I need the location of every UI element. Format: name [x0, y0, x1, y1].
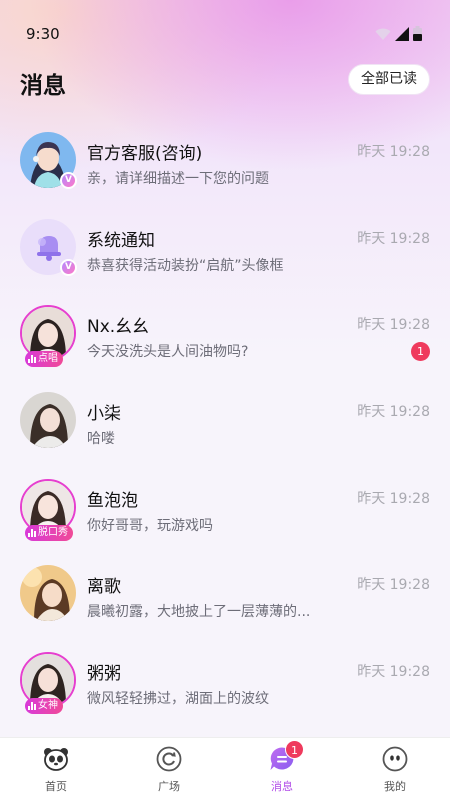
conversation-item[interactable]: 脱口秀 鱼泡泡 昨天 19:28 你好哥哥，玩游戏吗: [0, 465, 450, 552]
audio-bars-icon: [28, 355, 36, 364]
conversation-name: Nx.幺幺: [87, 317, 150, 338]
tag-label: 女神: [38, 700, 58, 712]
square-refresh-icon: [156, 746, 182, 772]
conversation-list: V 官方客服(咨询) 昨天 19:28 亲，请详细描述一下您的问题 V 系统通知…: [0, 118, 450, 725]
conversation-item-customer-service[interactable]: V 官方客服(咨询) 昨天 19:28 亲，请详细描述一下您的问题: [0, 118, 450, 205]
tab-label: 广场: [158, 780, 180, 793]
room-tag: 女神: [25, 698, 63, 715]
conversation-name: 系统通知: [87, 230, 155, 251]
signal-icon: [395, 27, 409, 41]
bottom-tab-bar: 首页 广场 1 消息 我的: [0, 737, 450, 800]
tab-label: 我的: [384, 780, 406, 793]
mark-all-read-button[interactable]: 全部已读: [348, 64, 430, 95]
page-header: 消息 全部已读: [0, 58, 450, 108]
conversation-preview: 晨曦初露，大地披上了一层薄薄的...: [87, 604, 311, 621]
conversation-name: 官方客服(咨询): [87, 144, 203, 164]
user-photo-icon: [20, 392, 76, 449]
audio-bars-icon: [28, 702, 36, 711]
status-icons: [375, 26, 422, 41]
tab-messages[interactable]: 1 消息: [242, 740, 322, 794]
conversation-name: 小柒: [87, 404, 121, 425]
conversation-time: 昨天 19:28: [357, 317, 430, 334]
verified-badge: V: [60, 258, 77, 276]
tab-profile[interactable]: 我的: [355, 746, 435, 794]
avatar[interactable]: 女神: [20, 652, 76, 715]
avatar[interactable]: [20, 392, 76, 449]
room-tag: 点唱: [25, 351, 63, 368]
tab-plaza[interactable]: 广场: [129, 746, 209, 794]
battery-icon: [413, 26, 422, 41]
chat-bubble-icon: 1: [269, 740, 304, 772]
conversation-name: 鱼泡泡: [87, 490, 138, 511]
conversation-item[interactable]: 离歌 昨天 19:28 晨曦初露，大地披上了一层薄薄的...: [0, 551, 450, 638]
profile-face-icon: [382, 746, 408, 772]
avatar[interactable]: V: [20, 132, 77, 189]
conversation-item-system-notice[interactable]: V 系统通知 昨天 19:28 恭喜获得活动装扮“启航”头像框: [0, 205, 450, 292]
wifi-icon: [375, 28, 391, 40]
conversation-time: 昨天 19:28: [357, 230, 430, 247]
status-time: 9:30: [26, 25, 60, 43]
conversation-preview: 今天没洗头是人间油物吗?: [87, 344, 249, 361]
tab-home[interactable]: 首页: [16, 746, 96, 794]
tag-label: 点唱: [38, 353, 58, 365]
panda-icon: [43, 746, 69, 772]
avatar[interactable]: 脱口秀: [20, 478, 76, 541]
conversation-preview: 哈喽: [87, 431, 115, 448]
conversation-preview: 你好哥哥，玩游戏吗: [87, 517, 213, 534]
conversation-time: 昨天 19:28: [357, 490, 430, 507]
page-title: 消息: [20, 73, 66, 99]
audio-bars-icon: [28, 528, 36, 537]
tab-label: 首页: [45, 780, 67, 793]
conversation-name: 粥粥: [87, 664, 121, 685]
conversation-preview: 微风轻轻拂过，湖面上的波纹: [87, 691, 269, 708]
conversation-time: 昨天 19:28: [357, 664, 430, 681]
conversation-time: 昨天 19:28: [357, 577, 430, 594]
conversation-name: 离歌: [87, 577, 121, 598]
conversation-preview: 亲，请详细描述一下您的问题: [87, 171, 269, 187]
avatar[interactable]: [20, 565, 76, 622]
tab-badge: 1: [285, 740, 304, 759]
conversation-item[interactable]: 点唱 Nx.幺幺 昨天 19:28 今天没洗头是人间油物吗? 1: [0, 291, 450, 378]
conversation-time: 昨天 19:28: [357, 404, 430, 421]
conversation-item[interactable]: 女神 粥粥 昨天 19:28 微风轻轻拂过，湖面上的波纹: [0, 638, 450, 725]
tag-label: 脱口秀: [38, 526, 68, 538]
unread-badge: 1: [411, 342, 430, 362]
avatar[interactable]: 点唱: [20, 305, 76, 368]
conversation-time: 昨天 19:28: [357, 144, 430, 160]
tab-label: 消息: [271, 780, 293, 793]
user-photo-icon: [20, 565, 76, 622]
conversation-preview: 恭喜获得活动装扮“启航”头像框: [87, 257, 284, 274]
verified-badge: V: [60, 172, 77, 189]
conversation-item[interactable]: 小柒 昨天 19:28 哈喽: [0, 378, 450, 465]
room-tag: 脱口秀: [25, 524, 73, 541]
avatar[interactable]: V: [20, 218, 77, 276]
